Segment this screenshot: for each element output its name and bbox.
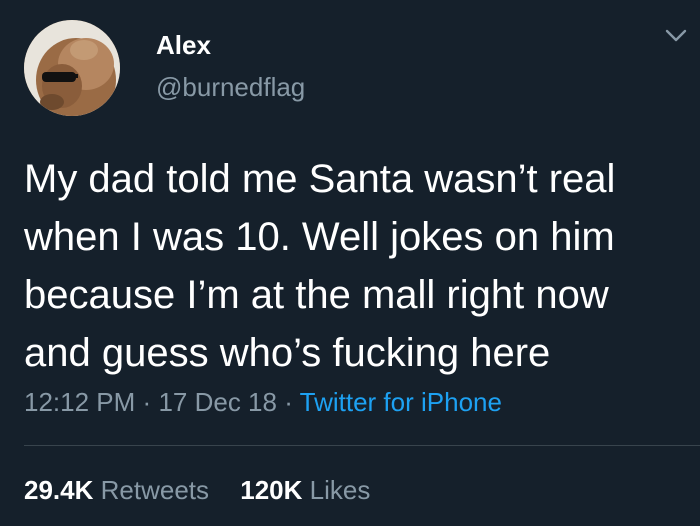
tweet-text-line: when I was 10. Well jokes on him bbox=[24, 215, 615, 259]
avatar-image bbox=[24, 20, 120, 116]
meta-separator: · bbox=[142, 387, 152, 417]
tweet-source-link[interactable]: Twitter for iPhone bbox=[300, 387, 502, 417]
user-handle[interactable]: @burnedflag bbox=[156, 72, 305, 102]
likes-stat[interactable]: 120K Likes bbox=[240, 475, 370, 505]
retweets-count: 29.4K bbox=[24, 475, 94, 505]
tweet-date[interactable]: 17 Dec 18 bbox=[158, 387, 277, 417]
likes-count: 120K bbox=[240, 475, 303, 505]
display-name[interactable]: Alex bbox=[156, 30, 211, 60]
tweet-time[interactable]: 12:12 PM bbox=[24, 387, 135, 417]
retweets-stat[interactable]: 29.4K Retweets bbox=[24, 475, 216, 505]
meta-separator: · bbox=[284, 387, 293, 417]
tweet-text: My dad told me Santa wasn’t real when I … bbox=[24, 150, 688, 382]
divider bbox=[24, 445, 700, 446]
chevron-down-icon[interactable] bbox=[664, 28, 688, 44]
likes-label: Likes bbox=[309, 475, 371, 505]
tweet-meta: 12:12 PM · 17 Dec 18 · Twitter for iPhon… bbox=[24, 386, 502, 418]
avatar[interactable] bbox=[24, 20, 120, 116]
retweets-label: Retweets bbox=[100, 475, 210, 505]
tweet-text-line: My dad told me Santa wasn’t real bbox=[24, 157, 616, 201]
tweet-card: Alex @burnedflag My dad told me Santa wa… bbox=[0, 0, 700, 526]
tweet-text-line: and guess who’s fucking here bbox=[24, 331, 551, 375]
tweet-text-line: because I’m at the mall right now bbox=[24, 273, 609, 317]
tweet-stats: 29.4K Retweets 120K Likes bbox=[24, 474, 370, 506]
